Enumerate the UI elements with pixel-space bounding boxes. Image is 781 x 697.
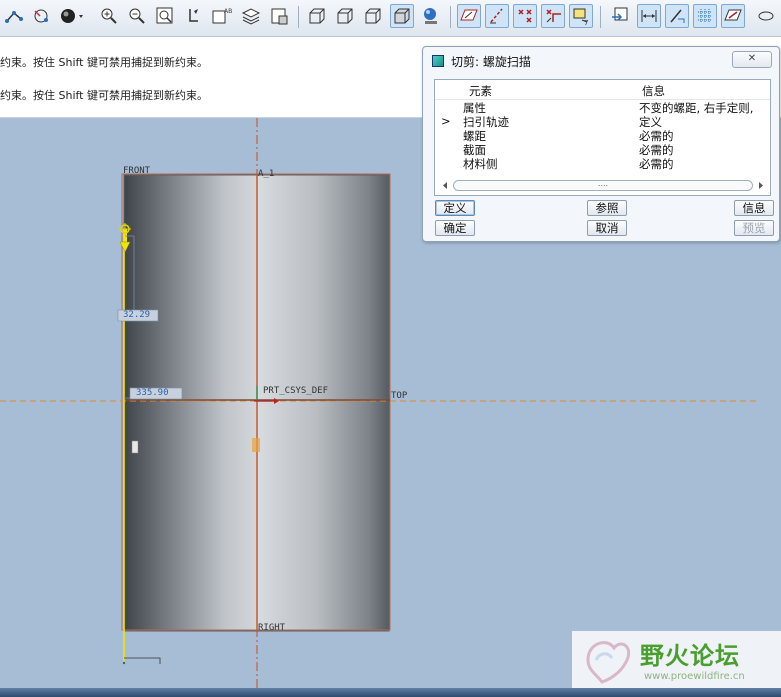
table-row[interactable]: 螺距 必需的 (435, 128, 770, 143)
row-info: 必需的 (639, 157, 674, 171)
taskbar (0, 688, 781, 697)
svg-text:7: 7 (584, 19, 588, 27)
horizontal-scrollbar[interactable]: .... (440, 179, 766, 191)
grid-icon[interactable] (693, 4, 717, 28)
cancel-button[interactable]: 取消 (587, 220, 627, 236)
sketch-axis-icon[interactable] (485, 4, 509, 28)
preview-button[interactable]: 预览 (734, 220, 774, 236)
watermark-text: 野火论坛 (640, 642, 740, 670)
shaded-icon[interactable] (390, 4, 414, 28)
reorient-icon[interactable] (182, 5, 204, 27)
info-button[interactable]: 信息 (734, 200, 774, 216)
ok-button[interactable]: 确定 (435, 220, 475, 236)
cylinder-right-half (258, 175, 389, 631)
watermark-url: www.proewildfire.cn (644, 671, 745, 682)
annotation-icon[interactable]: 7 (569, 4, 593, 28)
sketch-marker-left (131, 440, 139, 454)
column-header-info: 信息 (642, 84, 665, 98)
scroll-thumb[interactable]: .... (453, 179, 753, 191)
forum-watermark: 野火论坛 www.proewildfire.cn (572, 631, 781, 689)
table-row[interactable]: 材料侧 必需的 (435, 156, 770, 171)
dim-value-horizontal[interactable]: 335.90 (136, 388, 169, 398)
label-a1: A_1 (258, 169, 275, 179)
label-front: FRONT (123, 166, 151, 176)
dim-value-vertical[interactable]: 32.29 (123, 310, 150, 320)
shading-icon[interactable] (58, 5, 83, 27)
watermark-logo-icon (586, 641, 631, 684)
message-line-2: 约束。按住 Shift 键可禁用捕捉到新约束。 (0, 89, 208, 102)
end-point (122, 661, 126, 665)
dimension-icon[interactable] (637, 4, 661, 28)
label-top: TOP (391, 391, 408, 401)
references-button[interactable]: 参照 (587, 200, 627, 216)
saved-views-icon[interactable]: AB (210, 5, 232, 27)
appearance-icon[interactable] (420, 5, 442, 27)
close-button[interactable]: ✕ (732, 51, 772, 68)
extra-tool-icon[interactable] (755, 5, 777, 27)
wireframe-icon[interactable] (306, 5, 328, 27)
dim-extension-bottom (124, 657, 161, 664)
constraint-icon[interactable] (665, 4, 689, 28)
scroll-left-icon[interactable] (440, 180, 450, 191)
svg-text:AB: AB (224, 8, 232, 15)
main-toolbar: AB 7 (0, 0, 781, 37)
helical-sweep-dialog: 切剪: 螺旋扫描 ✕ 元素 信息 属性 不变的螺距, 右手定则, > 扫引轨迹 … (422, 46, 780, 242)
column-header-element: 元素 (469, 84, 492, 98)
datum-display-icon[interactable] (3, 5, 25, 27)
scroll-right-icon[interactable] (756, 180, 766, 191)
table-row[interactable]: 截面 必需的 (435, 142, 770, 157)
sketch-plane-icon[interactable] (457, 4, 481, 28)
sketch-csys-icon[interactable] (541, 4, 565, 28)
dialog-title-bar[interactable]: 切剪: 螺旋扫描 ✕ (423, 47, 779, 73)
scroll-grip: .... (597, 179, 609, 188)
sketch-marker-center (252, 438, 260, 452)
element-table: 元素 信息 属性 不变的螺距, 右手定则, > 扫引轨迹 定义 螺距 必需的 截… (434, 79, 771, 196)
define-button[interactable]: 定义 (435, 200, 475, 216)
layers-icon[interactable] (240, 5, 262, 27)
hidden-line-icon[interactable] (334, 5, 356, 27)
table-row[interactable]: > 扫引轨迹 定义 (435, 114, 770, 129)
cylinder-left-half (124, 175, 258, 631)
refs-icon[interactable] (609, 5, 631, 27)
row-element: 材料侧 (463, 157, 498, 171)
no-hidden-icon[interactable] (362, 5, 384, 27)
zoom-out-icon[interactable] (126, 5, 148, 27)
sketch-view-icon[interactable] (721, 4, 745, 28)
table-row[interactable]: 属性 不变的螺距, 右手定则, (435, 100, 770, 115)
dialog-title: 切剪: 螺旋扫描 (451, 55, 531, 69)
zoom-in-icon[interactable] (98, 5, 120, 27)
feature-icon (432, 55, 444, 67)
label-prt-csys: PRT_CSYS_DEF (263, 386, 329, 396)
row-marker: > (441, 114, 451, 128)
message-line-1: 约束。按住 Shift 键可禁用捕捉到新约束。 (0, 56, 208, 69)
view-manager-icon[interactable] (268, 5, 290, 27)
label-right: RIGHT (258, 623, 286, 633)
spin-center-icon[interactable] (30, 5, 52, 27)
sketch-point-icon[interactable] (513, 4, 537, 28)
refit-icon[interactable] (154, 5, 176, 27)
